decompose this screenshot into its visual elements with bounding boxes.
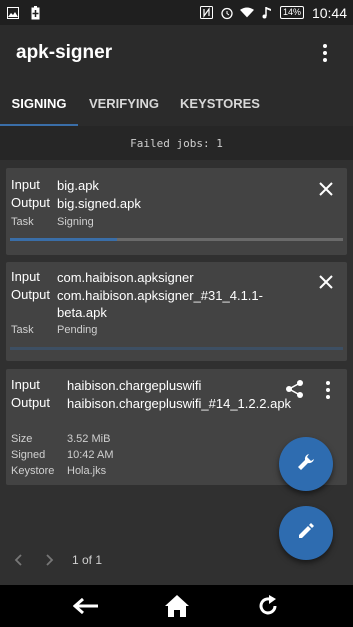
signed-label: Signed	[11, 449, 46, 461]
output-label: Output	[11, 287, 51, 302]
next-page-icon[interactable]	[40, 550, 60, 570]
battery-icon: 14%	[279, 6, 304, 19]
tools-fab-button[interactable]	[279, 437, 333, 491]
pager: 1 of 1	[0, 544, 102, 576]
page-indicator: 1 of 1	[72, 553, 103, 567]
tab-verifying[interactable]: VERIFYING	[78, 80, 170, 126]
progress-bar	[10, 347, 343, 350]
pencil-icon	[297, 522, 315, 545]
job-card[interactable]: Input com.haibison.apksigner Output com.…	[6, 262, 347, 361]
failed-jobs-banner[interactable]: Failed jobs: 1	[0, 126, 353, 160]
clock: 10:44	[311, 4, 347, 21]
input-label: Input	[11, 269, 40, 284]
task-row: Task Signing	[11, 216, 94, 228]
output-value: com.haibison.apksigner_#31_4.1.1-beta.ap…	[57, 288, 263, 320]
battery-saver-icon	[28, 5, 42, 20]
image-icon	[6, 6, 20, 20]
task-value: Pending	[57, 324, 98, 336]
close-icon[interactable]	[317, 180, 335, 198]
prev-page-icon[interactable]	[8, 550, 28, 570]
input-value: com.haibison.apksigner	[57, 270, 194, 285]
edit-fab-button[interactable]	[279, 506, 333, 560]
wrench-icon	[296, 452, 316, 477]
progress-bar	[10, 238, 343, 241]
tab-keystores[interactable]: KEYSTORES	[170, 80, 270, 126]
app-bar: apk-signer	[0, 25, 353, 80]
output-value: haibison.chargepluswifi_#14_1.2.2.apk	[67, 396, 292, 411]
navigation-bar	[0, 585, 353, 627]
nfc-icon	[200, 6, 214, 20]
task-value: Signing	[57, 216, 94, 228]
output-label: Output	[11, 395, 51, 410]
more-vert-icon[interactable]	[313, 41, 337, 65]
input-row: Input com.haibison.apksigner	[11, 269, 194, 285]
input-value: big.apk	[57, 178, 99, 193]
output-row: Output com.haibison.apksigner_#31_4.1.1-…	[11, 287, 263, 320]
tab-signing[interactable]: SIGNING	[0, 80, 78, 126]
keystore-value: Hola.jks	[67, 465, 107, 477]
share-icon[interactable]	[285, 379, 305, 399]
task-label: Task	[11, 324, 34, 336]
more-vert-icon[interactable]	[325, 381, 331, 399]
back-icon[interactable]	[72, 592, 100, 620]
output-label: Output	[11, 195, 51, 210]
progress-fill	[10, 238, 117, 241]
tab-bar: SIGNING VERIFYING KEYSTORES	[0, 80, 353, 126]
recents-icon[interactable]	[254, 592, 282, 620]
close-icon[interactable]	[317, 273, 335, 291]
app-title: apk-signer	[16, 41, 113, 63]
size-label: Size	[11, 433, 33, 445]
output-value: big.signed.apk	[57, 196, 141, 211]
size-row: Size 3.52 MiB	[11, 433, 110, 445]
task-label: Task	[11, 216, 34, 228]
keystore-label: Keystore	[11, 465, 55, 477]
output-row: Output haibison.chargepluswifi_#14_1.2.2…	[11, 395, 291, 411]
keystore-row: Keystore Hola.jks	[11, 465, 106, 477]
input-row: Input haibison.chargepluswifi	[11, 377, 201, 393]
signed-row: Signed 10:42 AM	[11, 449, 113, 461]
input-label: Input	[11, 377, 40, 392]
alarm-icon	[220, 6, 234, 20]
signed-value: 10:42 AM	[67, 449, 114, 461]
size-value: 3.52 MiB	[67, 433, 111, 445]
task-row: Task Pending	[11, 324, 97, 336]
input-row: Input big.apk	[11, 177, 99, 193]
output-row: Output big.signed.apk	[11, 195, 141, 211]
home-icon[interactable]	[163, 592, 191, 620]
music-icon	[260, 6, 274, 20]
input-value: haibison.chargepluswifi	[67, 378, 202, 393]
job-card[interactable]: Input big.apk Output big.signed.apk Task…	[6, 168, 347, 255]
input-label: Input	[11, 177, 40, 192]
status-bar: 14% 10:44	[0, 0, 353, 25]
wifi-icon	[239, 6, 254, 20]
